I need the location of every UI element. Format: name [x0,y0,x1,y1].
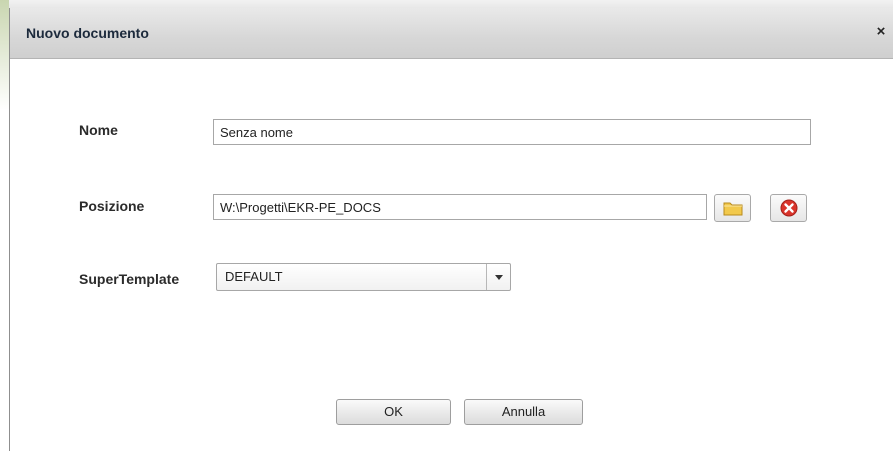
position-field[interactable] [213,194,707,220]
browse-folder-button[interactable] [714,194,751,222]
name-input[interactable] [220,120,804,144]
ok-button[interactable]: OK [336,399,451,425]
folder-icon [723,202,742,216]
supertemplate-label: SuperTemplate [79,271,180,287]
screen: Nuovo documento × Nome Posizione SuperTe… [0,0,893,451]
supertemplate-select[interactable]: DEFAULT [216,263,511,291]
position-label: Posizione [79,198,145,214]
position-input[interactable] [220,195,700,219]
background-window-accent [0,0,9,110]
dialog-title: Nuovo documento [26,25,149,41]
chevron-down-icon[interactable] [486,264,510,290]
name-label: Nome [79,122,118,138]
name-field[interactable] [213,119,811,145]
background-window-edge [0,0,893,8]
new-document-dialog: Nuovo documento × Nome Posizione SuperTe… [9,8,893,451]
clear-position-button[interactable] [770,194,807,222]
delete-icon [780,199,797,217]
cancel-button[interactable]: Annulla [464,399,583,425]
close-icon[interactable]: × [873,22,889,42]
dialog-titlebar[interactable]: Nuovo documento × [10,8,893,59]
supertemplate-selected-value: DEFAULT [225,269,283,284]
